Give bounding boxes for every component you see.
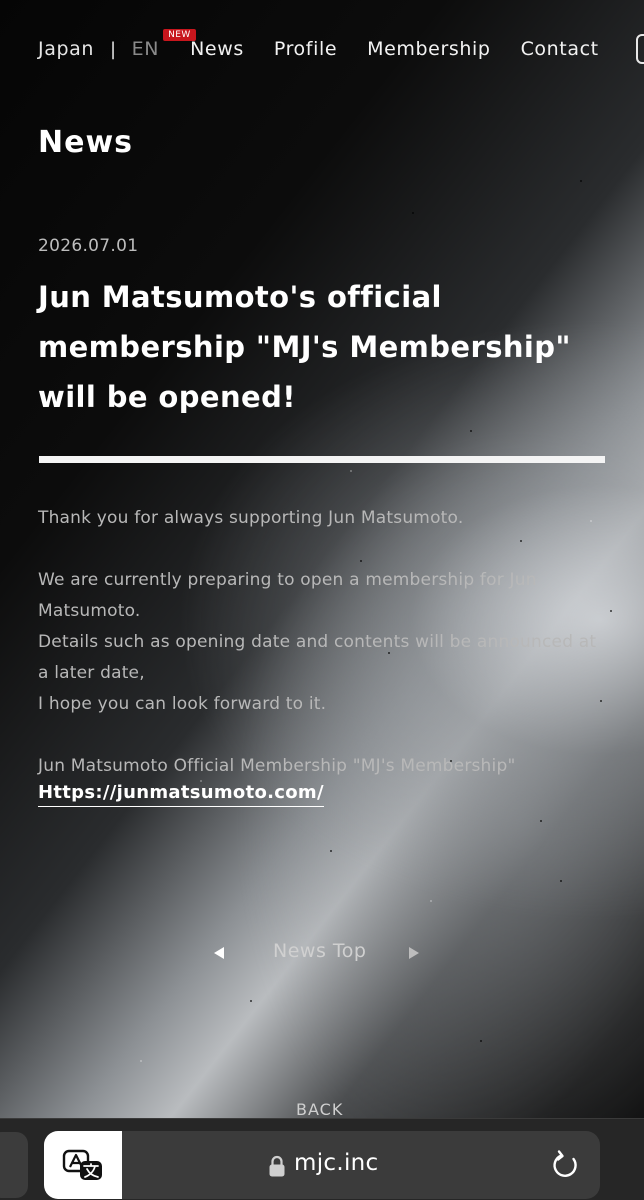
- back-link[interactable]: BACK: [296, 1100, 343, 1119]
- top-nav: Japan | EN NEW News Profile Membership C…: [38, 29, 599, 62]
- prev-arrow-icon[interactable]: [214, 947, 224, 959]
- new-badge: NEW: [163, 29, 196, 41]
- lang-en-link[interactable]: EN: [132, 38, 159, 60]
- previous-tab-preview[interactable]: [0, 1132, 28, 1198]
- translate-icon: [62, 1149, 102, 1180]
- membership-site-link[interactable]: Https://junmatsumoto.com/: [38, 782, 324, 807]
- article-headline: Jun Matsumoto's official membership "MJ'…: [38, 280, 571, 414]
- body-paragraph: I hope you can look forward to it.: [38, 694, 327, 714]
- headline-divider: [39, 456, 605, 463]
- body-paragraph: We are currently preparing to open a mem…: [38, 570, 537, 621]
- nav-item-news-label: News: [190, 38, 244, 60]
- article-date: 2026.07.01: [38, 236, 139, 256]
- next-arrow-icon[interactable]: [409, 947, 419, 959]
- lock-icon: [269, 1155, 285, 1177]
- news-top-link[interactable]: News Top: [273, 940, 366, 962]
- menu-icon[interactable]: [636, 34, 644, 64]
- body-paragraph: Details such as opening date and content…: [38, 632, 597, 683]
- section-title: News: [38, 125, 134, 160]
- article-body: Thank you for always supporting Jun Mats…: [38, 503, 598, 782]
- nav-item-membership[interactable]: Membership: [367, 38, 490, 60]
- url-text: mjc.inc: [294, 1150, 379, 1176]
- url-field[interactable]: mjc.inc: [44, 1131, 600, 1199]
- nav-item-contact[interactable]: Contact: [521, 38, 599, 60]
- lang-separator: |: [110, 38, 117, 60]
- nav-item-profile[interactable]: Profile: [274, 38, 337, 60]
- body-paragraph: Thank you for always supporting Jun Mats…: [38, 508, 464, 528]
- lang-japan-link[interactable]: Japan: [38, 38, 94, 60]
- body-paragraph: Jun Matsumoto Official Membership "MJ's …: [38, 756, 516, 776]
- browser-address-bar: mjc.inc: [0, 1118, 644, 1200]
- nav-item-news[interactable]: NEW News: [163, 29, 244, 60]
- translate-button[interactable]: [44, 1131, 122, 1199]
- reload-icon[interactable]: [551, 1149, 581, 1181]
